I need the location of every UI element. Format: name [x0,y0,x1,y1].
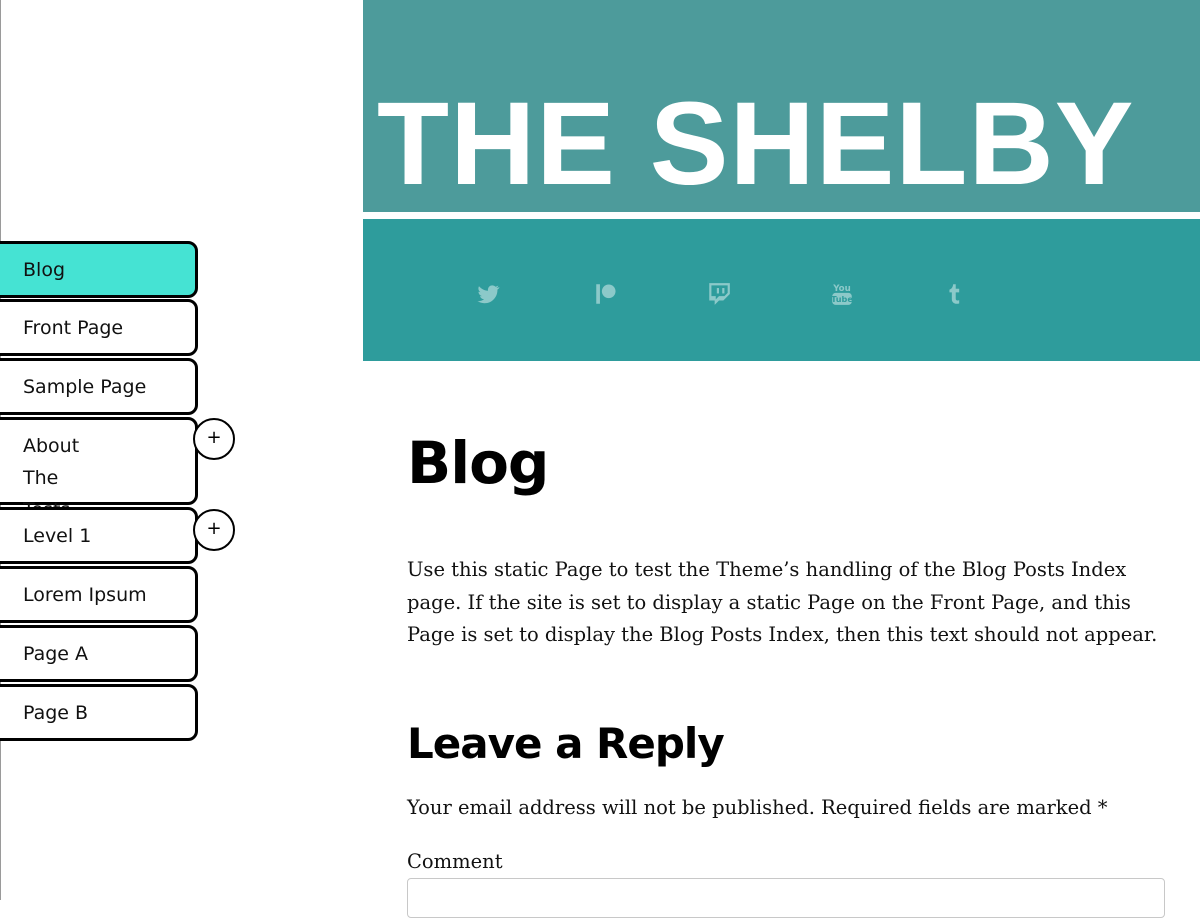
social-bar: You Tube [363,219,1200,361]
tumblr-icon[interactable] [941,281,967,307]
nav-item-about-the-tests[interactable]: About The Tests [0,417,198,521]
comment-notes: Your email address will not be published… [407,796,1108,819]
comment-textarea[interactable] [407,878,1165,918]
page-title: Blog [407,429,549,497]
svg-text:Tube: Tube [831,294,853,304]
nav-item-label: Page B [23,702,89,724]
youtube-icon[interactable]: You Tube [829,281,855,307]
page-intro-text: Use this static Page to test the Theme’s… [407,558,1158,646]
nav-item-label: Lorem Ipsum [23,584,147,606]
comment-label: Comment [407,850,503,873]
expand-submenu-button[interactable]: + [193,509,235,551]
nav-item-label: Level 1 [23,525,92,547]
site-title[interactable]: THE SHELBY [377,74,1134,212]
nav-item-blog[interactable]: Blog [0,241,198,298]
nav-item-label: Front Page [23,317,124,339]
nav-item-label: Blog [23,259,65,281]
expand-submenu-button[interactable]: + [193,418,235,460]
twitter-icon[interactable] [475,281,501,307]
nav-item-lorem-ipsum[interactable]: Lorem Ipsum [0,566,198,623]
header-banner: THE SHELBY [363,0,1200,212]
nav-item-label: Sample Page [23,376,147,398]
svg-text:You: You [832,284,851,294]
nav-item-page-a[interactable]: Page A [0,625,198,682]
nav-item-level-1[interactable]: Level 1 [0,507,198,564]
twitch-icon[interactable] [706,281,732,307]
nav-item-label: Page A [23,643,89,665]
nav-item-sample-page[interactable]: Sample Page [0,358,198,415]
patreon-icon[interactable] [593,281,619,307]
nav-item-front-page[interactable]: Front Page [0,299,198,356]
header-divider [363,212,1200,219]
reply-heading: Leave a Reply [407,719,725,768]
nav-item-page-b[interactable]: Page B [0,684,198,741]
